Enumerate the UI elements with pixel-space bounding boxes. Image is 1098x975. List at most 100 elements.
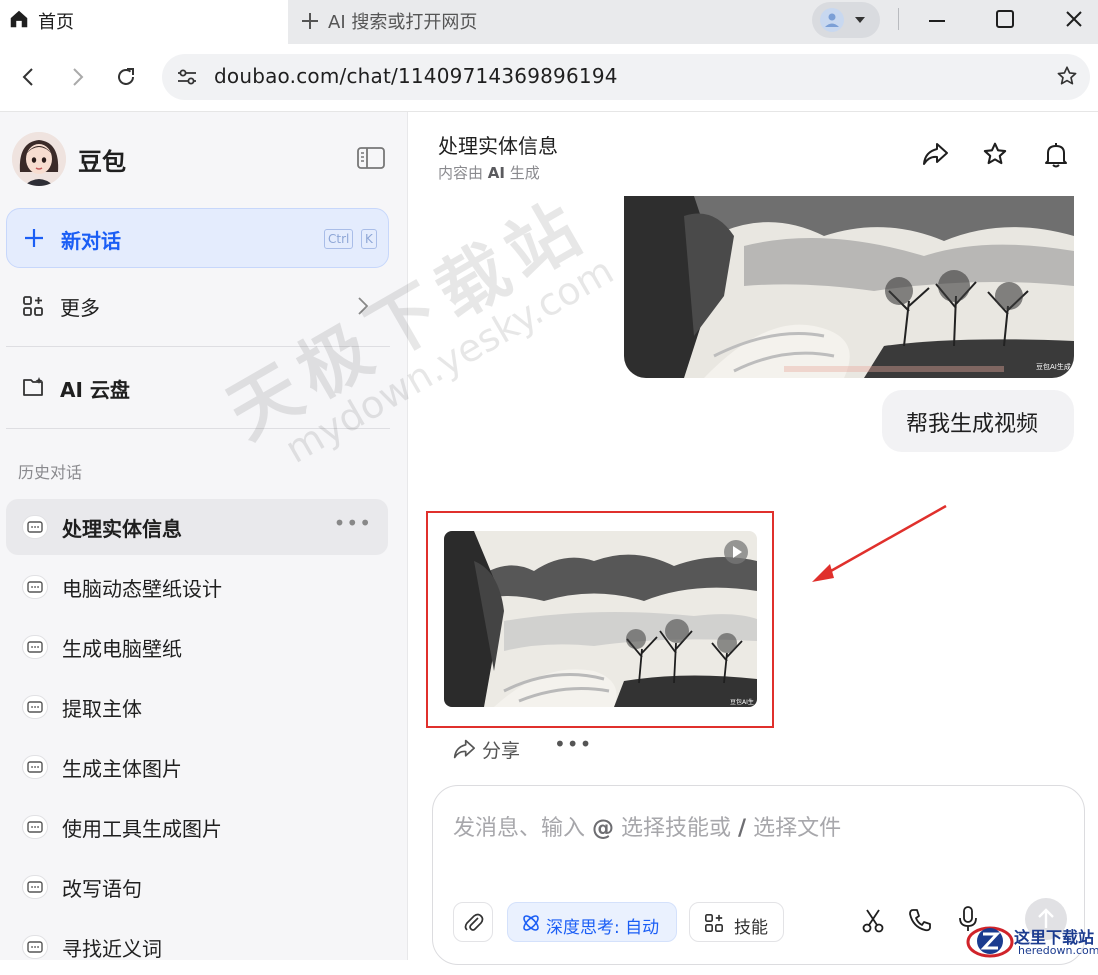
cloud-folder-icon bbox=[22, 376, 46, 398]
sidebar: 豆包 新对话 Ctrl K 更多 AI 云盘 历史对话 处理实体信息 ••• 电… bbox=[0, 112, 408, 961]
more-options-icon[interactable]: ••• bbox=[554, 732, 592, 756]
bookmark-star-icon[interactable] bbox=[1056, 65, 1078, 87]
deep-think-label: 深度思考: 自动 bbox=[546, 918, 660, 938]
shortcut-key-k: K bbox=[361, 229, 377, 249]
maximize-icon[interactable] bbox=[994, 8, 1016, 30]
video-watermark-label: 豆包AI生成 bbox=[730, 699, 754, 706]
history-item[interactable]: 改写语句 bbox=[6, 859, 388, 915]
history-item[interactable]: 提取主体 bbox=[6, 679, 388, 735]
placeholder-part: 发消息、输入 bbox=[453, 816, 586, 841]
tab-home[interactable]: 首页 bbox=[0, 0, 288, 44]
chat-bubble-icon bbox=[22, 815, 48, 839]
deep-think-toggle[interactable]: 深度思考: 自动 bbox=[507, 902, 677, 942]
paperclip-icon bbox=[464, 912, 484, 934]
sidebar-item-more[interactable]: 更多 bbox=[0, 278, 408, 334]
sidebar-divider bbox=[6, 346, 390, 347]
close-icon[interactable] bbox=[1063, 8, 1085, 30]
placeholder-slash: / bbox=[738, 816, 747, 841]
chat-bubble-icon bbox=[22, 515, 48, 539]
chat-bubble-icon bbox=[22, 935, 48, 959]
history-item[interactable]: 寻找近义词 bbox=[6, 919, 388, 975]
history-item-label: 寻找近义词 bbox=[62, 937, 162, 961]
red-arrow-annotation bbox=[812, 504, 947, 582]
bell-icon[interactable] bbox=[1043, 141, 1069, 169]
back-icon[interactable] bbox=[18, 66, 40, 88]
user-message: 帮我生成视频 bbox=[882, 390, 1074, 452]
browser-toolbar: doubao.com/chat/11409714369896194 bbox=[0, 44, 1098, 112]
chat-bubble-icon bbox=[22, 575, 48, 599]
skills-button[interactable]: 技能 bbox=[689, 902, 784, 942]
corner-site-logo: 这里下载站 heredown.com bbox=[962, 920, 1098, 960]
collapse-sidebar-icon[interactable] bbox=[356, 146, 386, 170]
placeholder-at: @ bbox=[592, 816, 615, 841]
history-item[interactable]: 生成电脑壁纸 bbox=[6, 619, 388, 675]
forward-icon[interactable] bbox=[66, 66, 88, 88]
share-icon[interactable] bbox=[921, 141, 949, 167]
chat-bubble-icon bbox=[22, 635, 48, 659]
history-item[interactable]: 处理实体信息 ••• bbox=[6, 499, 388, 555]
new-tab-button[interactable]: AI 搜索或打开网页 bbox=[300, 8, 477, 34]
history-item[interactable]: 使用工具生成图片 bbox=[6, 799, 388, 855]
atom-icon bbox=[520, 912, 542, 934]
favorite-star-icon[interactable] bbox=[982, 141, 1008, 167]
history-item-label: 改写语句 bbox=[62, 877, 142, 901]
generated-video-thumbnail[interactable]: 豆包AI生成 bbox=[444, 531, 757, 707]
tab-separator bbox=[898, 8, 899, 30]
browser-tab-bar: 首页 AI 搜索或打开网页 bbox=[0, 0, 1098, 44]
share-icon[interactable] bbox=[452, 738, 476, 760]
site-settings-icon[interactable] bbox=[176, 66, 198, 88]
apps-icon bbox=[704, 913, 724, 933]
chevron-right-icon bbox=[356, 296, 370, 316]
minimize-icon[interactable] bbox=[926, 10, 948, 32]
attach-button[interactable] bbox=[453, 902, 493, 942]
history-item-label: 使用工具生成图片 bbox=[62, 817, 222, 841]
chat-bubble-icon bbox=[22, 695, 48, 719]
tab-title: 首页 bbox=[38, 12, 74, 33]
chat-title: 处理实体信息 bbox=[438, 134, 558, 158]
address-bar[interactable]: doubao.com/chat/11409714369896194 bbox=[162, 54, 1090, 100]
logo-z-icon bbox=[966, 926, 1014, 958]
composer-placeholder[interactable]: 发消息、输入 @ 选择技能或 / 选择文件 bbox=[453, 810, 841, 842]
apps-icon bbox=[22, 295, 44, 317]
subtitle-prefix: 内容由 bbox=[438, 164, 484, 182]
skills-label: 技能 bbox=[734, 918, 768, 938]
history-item[interactable]: 电脑动态壁纸设计 bbox=[6, 559, 388, 615]
sidebar-item-ai-cloud[interactable]: AI 云盘 bbox=[0, 360, 408, 416]
history-item-label: 处理实体信息 bbox=[62, 517, 182, 541]
profile-button[interactable] bbox=[812, 2, 880, 38]
history-item-label: 生成主体图片 bbox=[62, 757, 182, 781]
history-item-label: 电脑动态壁纸设计 bbox=[62, 577, 222, 601]
user-message-text: 帮我生成视频 bbox=[906, 412, 1039, 437]
plus-icon bbox=[23, 227, 45, 249]
brand-name: 豆包 bbox=[78, 148, 126, 176]
caret-down-icon bbox=[854, 15, 866, 25]
history-item[interactable]: 生成主体图片 bbox=[6, 739, 388, 795]
sidebar-divider bbox=[6, 428, 390, 429]
plus-icon bbox=[300, 11, 320, 31]
more-options-icon[interactable]: ••• bbox=[334, 511, 372, 535]
chat-bubble-icon bbox=[22, 875, 48, 899]
share-label[interactable]: 分享 bbox=[482, 736, 520, 763]
url-text[interactable]: doubao.com/chat/11409714369896194 bbox=[214, 64, 618, 88]
doubao-avatar bbox=[12, 132, 66, 186]
generated-image[interactable]: 豆包AI生成 bbox=[624, 196, 1074, 378]
home-icon bbox=[8, 8, 30, 30]
scissors-icon[interactable] bbox=[861, 908, 885, 934]
subtitle-ai: AI bbox=[487, 164, 505, 182]
history-item-label: 提取主体 bbox=[62, 697, 142, 721]
placeholder-part: 选择文件 bbox=[753, 816, 842, 841]
corner-logo-url: heredown.com bbox=[1018, 944, 1098, 957]
placeholder-part: 选择技能或 bbox=[621, 816, 732, 841]
reload-icon[interactable] bbox=[114, 65, 138, 89]
chat-subtitle: 内容由 AI 生成 bbox=[438, 162, 540, 183]
new-chat-button[interactable]: 新对话 Ctrl K bbox=[6, 208, 389, 268]
history-section-title: 历史对话 bbox=[18, 463, 83, 482]
play-button[interactable] bbox=[724, 540, 748, 564]
phone-icon[interactable] bbox=[907, 907, 933, 933]
history-item-label: 生成电脑壁纸 bbox=[62, 637, 182, 661]
sidebar-item-more-label: 更多 bbox=[60, 296, 100, 320]
chat-bubble-icon bbox=[22, 755, 48, 779]
sidebar-item-ai-cloud-label: AI 云盘 bbox=[60, 378, 130, 402]
image-watermark-label: 豆包AI生成 bbox=[1036, 363, 1071, 371]
new-tab-label: AI 搜索或打开网页 bbox=[328, 12, 478, 33]
